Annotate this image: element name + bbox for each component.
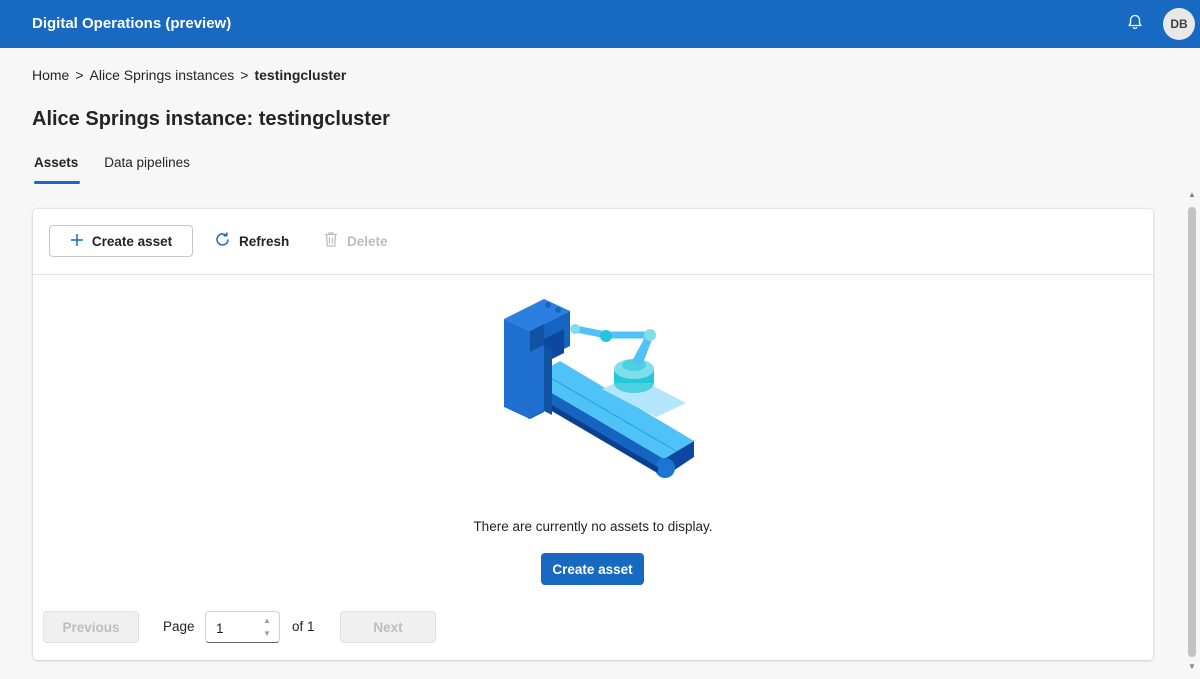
scrollbar-thumb[interactable] <box>1188 207 1196 657</box>
page-stepper: ▲ ▼ <box>205 611 280 643</box>
page-total-label: of 1 <box>292 619 315 634</box>
scrollbar[interactable]: ▲ ▼ <box>1186 190 1198 675</box>
robot-arm-conveyor-icon <box>504 299 694 478</box>
breadcrumb-separator: > <box>75 67 84 83</box>
breadcrumb-home[interactable]: Home <box>32 67 69 83</box>
create-asset-button[interactable]: Create asset <box>49 225 193 257</box>
refresh-icon <box>214 231 231 251</box>
avatar[interactable]: DB <box>1163 8 1195 40</box>
create-asset-primary-button[interactable]: Create asset <box>541 553 644 585</box>
breadcrumb-separator: > <box>240 67 249 83</box>
trash-icon <box>323 231 339 251</box>
breadcrumb-instances[interactable]: Alice Springs instances <box>90 67 235 83</box>
breadcrumb: Home > Alice Springs instances > testing… <box>32 67 346 83</box>
breadcrumb-current: testingcluster <box>254 67 347 83</box>
tab-data-pipelines[interactable]: Data pipelines <box>102 150 192 184</box>
empty-state-message: There are currently no assets to display… <box>473 519 713 534</box>
previous-button[interactable]: Previous <box>43 611 139 643</box>
page-label: Page <box>163 619 195 634</box>
refresh-label: Refresh <box>239 233 290 249</box>
scroll-up-icon[interactable]: ▲ <box>1187 190 1197 200</box>
scroll-down-icon[interactable]: ▼ <box>1187 662 1197 672</box>
app-title: Digital Operations (preview) <box>32 15 232 32</box>
plus-icon <box>70 233 84 250</box>
refresh-button[interactable]: Refresh <box>214 225 289 257</box>
create-asset-label: Create asset <box>91 233 173 249</box>
assets-card: Create asset Refresh Delete There are cu… <box>33 209 1153 660</box>
page-title: Alice Springs instance: testingcluster <box>32 108 390 130</box>
chevron-down-icon[interactable]: ▼ <box>263 629 273 639</box>
page-number-input[interactable] <box>216 618 256 638</box>
toolbar: Create asset Refresh Delete <box>33 209 1153 275</box>
tab-assets[interactable]: Assets <box>32 150 81 184</box>
top-bar: Digital Operations (preview) DB <box>0 0 1200 48</box>
pagination: Previous Page ▲ ▼ of 1 Next <box>43 611 543 643</box>
bell-icon[interactable] <box>1126 13 1144 31</box>
delete-button[interactable]: Delete <box>323 225 388 257</box>
delete-label: Delete <box>347 233 388 249</box>
tab-list: Assets Data pipelines <box>32 150 214 184</box>
next-button[interactable]: Next <box>340 611 436 643</box>
chevron-up-icon[interactable]: ▲ <box>263 616 273 626</box>
